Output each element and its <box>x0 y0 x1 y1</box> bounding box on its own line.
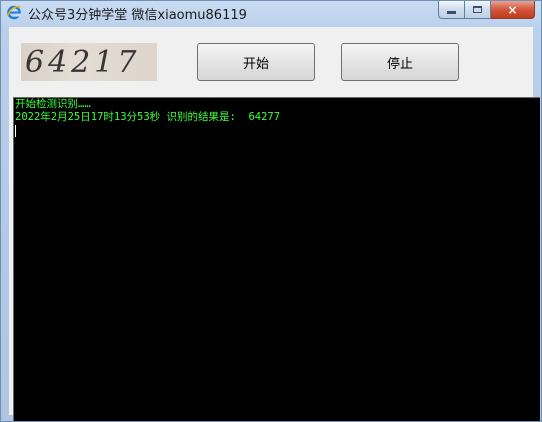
console-output[interactable]: 开始检测识别…… 2022年2月25日17时13分53秒 识别的结果是: 642… <box>13 97 540 421</box>
minimize-icon <box>447 11 456 14</box>
client-area: 64217 开始 停止 开始检测识别…… 2022年2月25日17时13分53秒… <box>9 27 540 421</box>
close-button[interactable]: × <box>491 1 535 19</box>
app-window: 公众号3分钟学堂 微信xiaomu86119 × 64217 开始 停止 开始检… <box>0 0 542 422</box>
captcha-text: 64217 <box>25 45 141 80</box>
stop-button[interactable]: 停止 <box>341 43 459 81</box>
maximize-button[interactable] <box>465 1 491 19</box>
start-button[interactable]: 开始 <box>197 43 315 81</box>
title-bar[interactable]: 公众号3分钟学堂 微信xiaomu86119 × <box>1 1 541 27</box>
window-title: 公众号3分钟学堂 微信xiaomu86119 <box>28 8 247 23</box>
console-line: 2022年2月25日17时13分53秒 识别的结果是: 64277 <box>15 111 281 123</box>
ie-logo-icon <box>6 5 22 20</box>
maximize-icon <box>473 6 482 13</box>
close-icon: × <box>507 2 518 17</box>
text-cursor <box>15 125 16 137</box>
console-line: 开始检测识别…… <box>15 98 91 110</box>
minimize-button[interactable] <box>438 1 465 19</box>
captcha-image: 64217 <box>21 43 157 81</box>
